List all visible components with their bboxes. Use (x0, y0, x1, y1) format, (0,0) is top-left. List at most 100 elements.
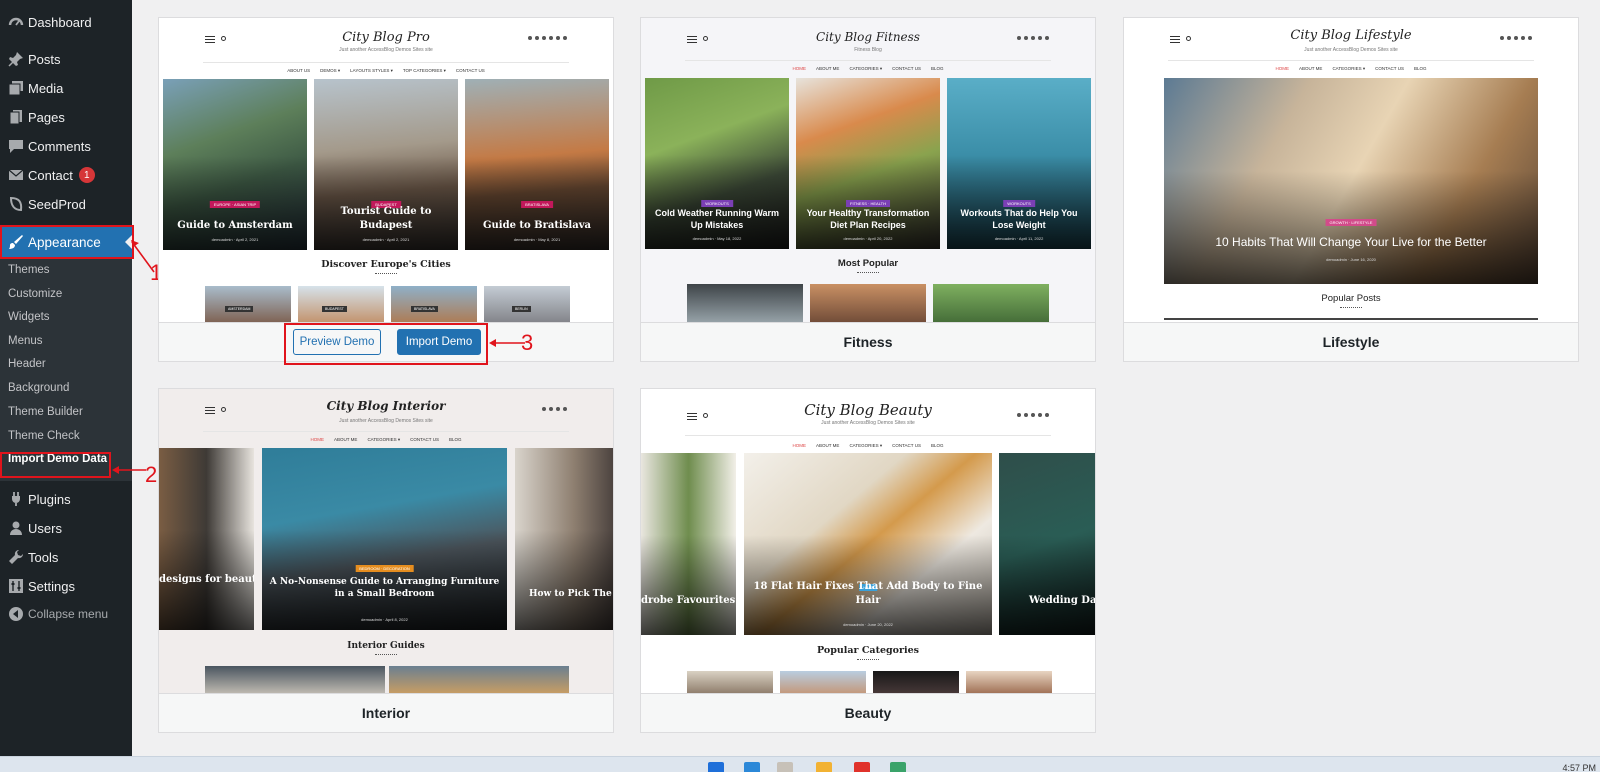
post-tile: Wedding Day M (999, 453, 1095, 635)
mini-tile: AMSTERDAM (205, 286, 291, 322)
mini-tile (933, 284, 1049, 322)
theme-screenshot-beauty: City Blog Beauty Just another AccessBlog… (641, 389, 1095, 694)
menu-comments[interactable]: Comments (0, 132, 132, 160)
menu-contact[interactable]: Contact 1 (0, 161, 132, 189)
admin-sidebar: Dashboard Posts Media Pages Comments Con… (0, 0, 132, 756)
mini-section-heading: Discover Europe's Cities (159, 259, 613, 276)
mini-site-header: City Blog Fitness Fitness Blog HOME ABOUT… (641, 18, 1095, 76)
wrench-icon (6, 547, 26, 567)
theme-name: Lifestyle (1322, 334, 1380, 350)
card-footer: Interior (159, 694, 613, 732)
submenu-menus[interactable]: Menus (8, 335, 43, 347)
card-footer: Lifestyle (1124, 323, 1578, 361)
collapse-menu[interactable]: Collapse menu (0, 600, 132, 628)
pages-icon (6, 107, 26, 127)
collapse-icon (6, 604, 26, 624)
mini-site-tagline: Just another AccessBlog Demos Sites site (339, 47, 433, 53)
submenu-customize[interactable]: Customize (8, 288, 62, 300)
mini-tile (810, 284, 926, 322)
post-tile: How to Pick The Rig (515, 448, 613, 630)
menu-media[interactable]: Media (0, 74, 132, 102)
mini-tile (205, 666, 385, 693)
social-icons (542, 407, 567, 411)
menu-dashboard[interactable]: Dashboard (0, 8, 132, 36)
submenu-theme-builder[interactable]: Theme Builder (8, 406, 83, 418)
theme-name: Interior (361, 705, 411, 721)
theme-card-lifestyle[interactable]: City Blog Lifestyle Just another AccessB… (1123, 17, 1579, 362)
theme-card-fitness[interactable]: City Blog Fitness Fitness Blog HOME ABOUT… (640, 17, 1096, 362)
card-footer: Fitness (641, 323, 1095, 361)
submenu-header[interactable]: Header (8, 358, 46, 370)
theme-card-interior[interactable]: City Blog Interior Just another AccessBl… (158, 388, 614, 733)
app-icon[interactable] (777, 762, 793, 772)
menu-settings[interactable]: Settings (0, 572, 132, 600)
mail-icon (6, 165, 26, 185)
annotation-arrow-3 (489, 339, 525, 347)
pin-icon (6, 49, 26, 69)
mini-tile (873, 671, 959, 693)
notification-badge: 1 (78, 167, 95, 183)
post-tile: designs for beautiful (159, 448, 254, 630)
post-tile: EUROPE · ASIAN TRIP Guide to Amsterdam d… (163, 79, 307, 250)
submenu-themes[interactable]: Themes (8, 264, 50, 276)
menu-seedprod[interactable]: SeedProd (0, 190, 132, 218)
social-icons (1500, 36, 1532, 40)
theme-card-beauty[interactable]: City Blog Beauty Just another AccessBlog… (640, 388, 1096, 733)
mini-tile (687, 671, 773, 693)
browser-icon[interactable] (854, 762, 870, 772)
post-tile: WORKOUTS Cold Weather Running Warm Up Mi… (645, 78, 789, 249)
social-icons (528, 36, 567, 40)
mini-site-header: City Blog Lifestyle Just another AccessB… (1124, 18, 1578, 76)
mini-tile (687, 284, 803, 322)
post-tile: HAIR 18 Flat Hair Fixes That Add Body to… (744, 453, 992, 635)
annotation-box-demo-buttons (284, 323, 488, 365)
settings-icon (6, 576, 26, 596)
mini-site-nav: HOME ABOUT ME CATEGORIES ▾ CONTACT US BLOG (792, 66, 944, 71)
submenu-background[interactable]: Background (8, 382, 69, 394)
theme-card-city-blog-pro[interactable]: City Blog Pro Just another AccessBlog De… (158, 17, 614, 362)
post-tile: WORKOUTS Workouts That do Help You Lose … (947, 78, 1091, 249)
clock: 4:57 PM (1562, 763, 1596, 772)
mini-site-header: City Blog Beauty Just another AccessBlog… (641, 389, 1095, 448)
plugin-icon (6, 489, 26, 509)
windows-start-icon[interactable] (708, 762, 724, 772)
mini-site-tagline: Fitness Blog (854, 47, 882, 53)
annotation-number-3: 3 (521, 330, 534, 355)
submenu-theme-check[interactable]: Theme Check (8, 430, 80, 442)
theme-name: Beauty (844, 705, 892, 721)
social-icons (1017, 413, 1049, 417)
annotation-box-appearance (0, 225, 134, 259)
social-icons (1017, 36, 1049, 40)
menu-pages[interactable]: Pages (0, 103, 132, 131)
mini-site-tagline: Just another AccessBlog Demos Sites site (1304, 47, 1398, 53)
users-icon (6, 518, 26, 538)
chrome-icon[interactable] (890, 762, 906, 772)
post-tile: drobe Favourites (641, 453, 736, 635)
mini-site-nav: HOME ABOUT ME CATEGORIES ▾ CONTACT US BLOG (1275, 66, 1427, 71)
media-icon (6, 78, 26, 98)
mini-site-nav: HOME ABOUT ME CATEGORIES ▾ CONTACT US BLOG (792, 443, 944, 448)
vscode-icon[interactable] (744, 762, 760, 772)
mini-tile: BUDAPEST (298, 286, 384, 322)
os-taskbar: 4:57 PM (0, 756, 1600, 772)
post-tile: BRATISLAVA Guide to Bratislava demoadmin… (465, 79, 609, 250)
mini-tile: BERLIN (484, 286, 570, 322)
comments-icon (6, 136, 26, 156)
seedprod-icon (6, 194, 26, 214)
mini-section-heading: Most Popular (641, 258, 1095, 275)
submenu-widgets[interactable]: Widgets (8, 311, 50, 323)
menu-users[interactable]: Users (0, 514, 132, 542)
mini-site-tagline: Just another AccessBlog Demos Sites site (821, 420, 915, 426)
dashboard-icon (6, 12, 26, 32)
menu-plugins[interactable]: Plugins (0, 485, 132, 513)
post-tile: FITNESS · HEALTH Your Healthy Transforma… (796, 78, 940, 249)
mini-site-nav: HOME ABOUT ME CATEGORIES ▾ CONTACT US BLOG (310, 437, 462, 442)
menu-tools[interactable]: Tools (0, 543, 132, 571)
mini-section-heading: Popular Posts (1124, 293, 1578, 310)
mini-site-tagline: Just another AccessBlog Demos Sites site (339, 418, 433, 424)
annotation-arrow-2 (112, 466, 146, 474)
menu-posts[interactable]: Posts (0, 45, 132, 73)
folder-icon[interactable] (816, 762, 832, 772)
theme-screenshot-lifestyle: City Blog Lifestyle Just another AccessB… (1124, 18, 1578, 323)
post-tile: BEDROOM · DECORATION A No-Nonsense Guide… (262, 448, 507, 630)
